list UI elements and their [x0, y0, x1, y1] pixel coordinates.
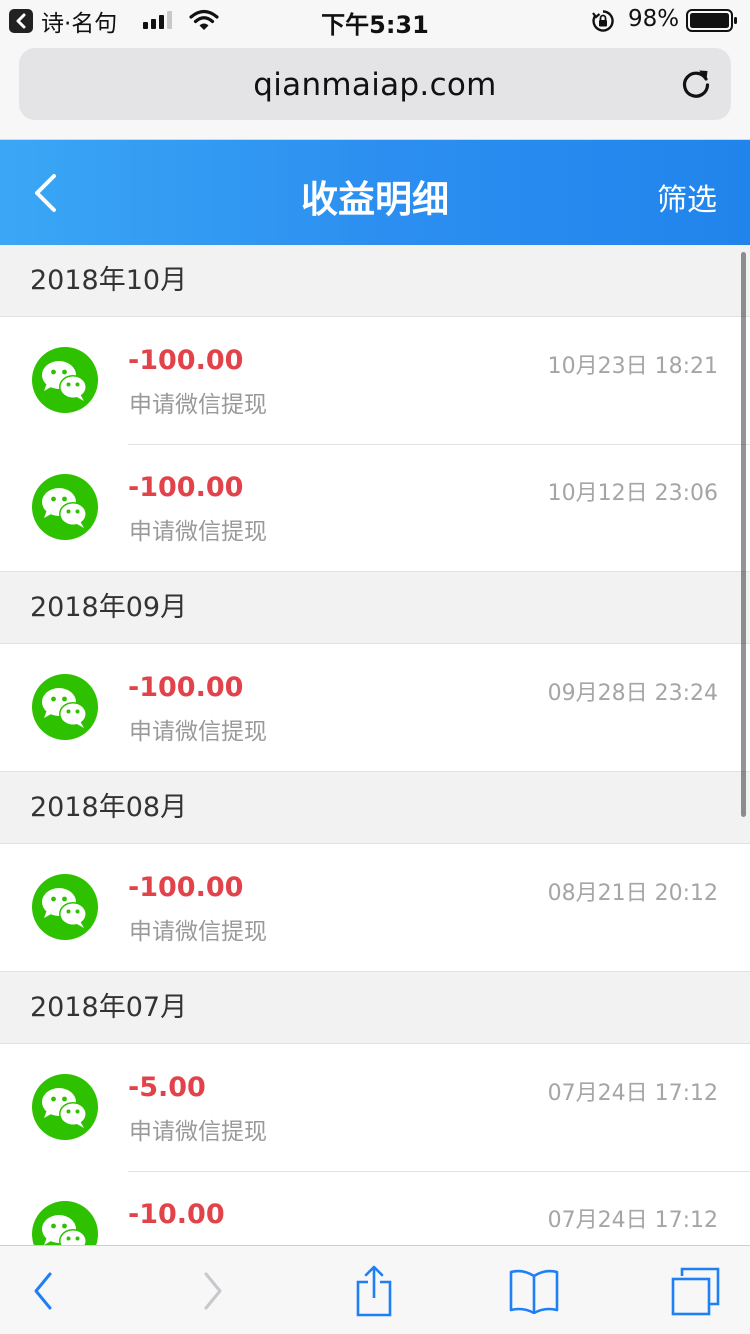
month-header: 2018年09月: [30, 592, 188, 623]
record-datetime: 07月24日 17:12: [547, 1081, 718, 1106]
record-description: 申请微信提现: [129, 519, 267, 545]
record-amount: -100.00: [128, 472, 244, 503]
wechat-icon: [32, 474, 98, 540]
share-button[interactable]: [334, 1246, 414, 1334]
month-header: 2018年07月: [30, 992, 188, 1023]
month-header: 2018年10月: [30, 265, 188, 296]
status-bar: 诗·名句 下午5:31 98%: [0, 0, 750, 40]
back-to-app-icon: [9, 9, 33, 33]
filter-button[interactable]: 筛选: [657, 175, 717, 219]
forward-icon: [204, 1272, 222, 1309]
record-amount: -100.00: [128, 872, 244, 903]
bookmarks-icon: [509, 1269, 559, 1314]
record-row[interactable]: -100.00 申请微信提现 09月28日 23:24: [0, 644, 750, 771]
record-description: 申请微信提现: [129, 719, 267, 745]
record-description: 申请微信提现: [129, 919, 267, 945]
record-group: -5.00申请微信提现07月24日 17:12-10.00申请微信提现07月24…: [0, 1043, 750, 1245]
browser-toolbar: [0, 1245, 750, 1334]
tabs-icon: [671, 1267, 720, 1315]
tabs-button[interactable]: [656, 1246, 736, 1334]
record-datetime: 07月24日 17:12: [547, 1208, 718, 1233]
back-button[interactable]: [0, 1246, 86, 1334]
forward-button[interactable]: [170, 1246, 256, 1334]
bookmarks-button[interactable]: [494, 1246, 574, 1334]
record-row[interactable]: -100.00 申请微信提现 08月21日 20:12: [0, 844, 750, 971]
record-datetime: 10月12日 23:06: [547, 481, 718, 506]
record-amount: -100.00: [128, 345, 244, 376]
address-bar[interactable]: qianmaiap.com: [19, 48, 731, 120]
back-icon: [34, 1272, 52, 1309]
earnings-list[interactable]: 2018年10月 -100.00 申请微信提现 10月23日 18:21 -100.00…: [0, 245, 750, 1245]
record-group: -100.00 申请微信提现 10月23日 18:21 -100.00 申请微信提现 10…: [0, 316, 750, 572]
record-row[interactable]: -100.00 申请微信提现 10月23日 18:21: [0, 317, 750, 444]
wifi-icon: [189, 9, 219, 30]
wechat-icon: [32, 874, 98, 940]
reload-icon[interactable]: [679, 66, 713, 100]
record-row[interactable]: -5.00 申请微信提现 07月24日 17:12: [0, 1044, 750, 1171]
app-header: 收益明细 筛选: [0, 140, 750, 245]
cellular-signal-icon: [143, 11, 172, 29]
record-amount: -100.00: [128, 672, 244, 703]
month-header: 2018年08月: [30, 792, 188, 823]
record-row[interactable]: -10.00申请微信提现07月24日 17:12: [0, 1171, 750, 1245]
wechat-icon: [32, 1074, 98, 1140]
wechat-icon: [32, 674, 98, 740]
record-amount: -5.00: [128, 1072, 206, 1103]
record-amount: -10.00: [128, 1199, 225, 1230]
battery-icon: [686, 9, 737, 32]
record-description: 申请微信提现: [129, 392, 267, 418]
record-datetime: 08月21日 20:12: [547, 881, 718, 906]
record-description: 申请微信提现: [129, 1119, 267, 1145]
record-datetime: 09月28日 23:24: [547, 681, 718, 706]
battery-percent: 98%: [628, 6, 680, 32]
scrollbar[interactable]: [741, 252, 746, 817]
wechat-icon: [32, 1201, 98, 1245]
record-group: -100.00 申请微信提现 09月28日 23:24: [0, 643, 750, 772]
record-row[interactable]: -100.00 申请微信提现 10月12日 23:06: [0, 444, 750, 571]
back-to-app-button[interactable]: 诗·名句: [9, 9, 117, 37]
orientation-lock-icon: [592, 10, 614, 32]
back-to-app-label: 诗·名句: [41, 11, 118, 37]
record-datetime: 10月23日 18:21: [547, 354, 718, 379]
wechat-icon: [32, 347, 98, 413]
record-group: -100.00 申请微信提现 08月21日 20:12: [0, 843, 750, 972]
browser-address-area: qianmaiap.com: [0, 40, 750, 140]
page-title: 收益明细: [301, 178, 449, 221]
url-text[interactable]: qianmaiap.com: [19, 67, 731, 103]
share-icon: [356, 1265, 392, 1316]
